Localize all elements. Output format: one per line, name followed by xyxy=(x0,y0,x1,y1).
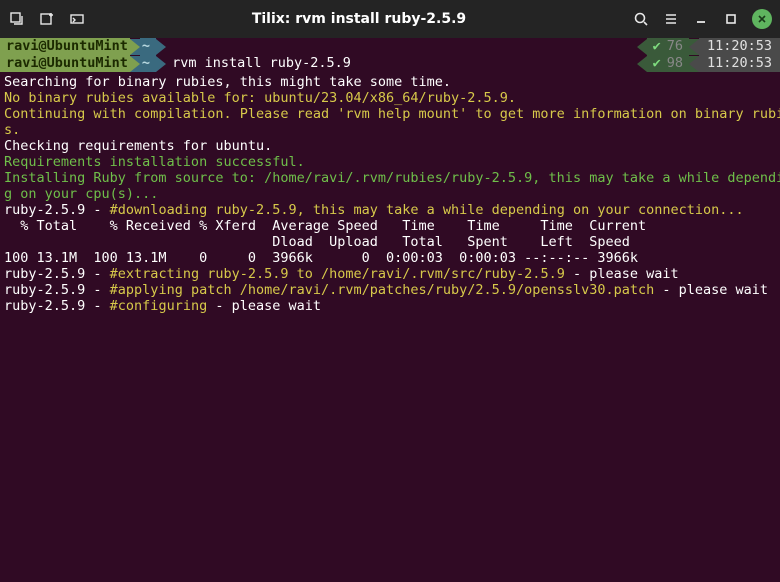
time-segment: 11:20:53 xyxy=(699,38,780,55)
term-line: - please wait xyxy=(207,298,321,314)
checkmark-icon: ✔ xyxy=(653,38,661,55)
term-line: % Total % Received % Xferd Average Speed… xyxy=(4,218,646,234)
term-line: Searching for binary rubies, this might … xyxy=(4,74,451,90)
titlebar-right-controls xyxy=(632,9,772,29)
prompt-user-host: ravi@UbuntuMint xyxy=(0,55,130,72)
term-line: - please wait xyxy=(565,266,679,282)
term-line: 100 13.1M 100 13.1M 0 0 3966k 0 0:00:03 … xyxy=(4,250,638,266)
prompt-command: rvm install ruby-2.5.9 xyxy=(166,55,351,72)
titlebar-left-controls xyxy=(8,10,86,28)
term-line: #downloading ruby-2.5.9, this may take a… xyxy=(110,202,744,218)
powerline-separator-icon xyxy=(156,56,166,72)
add-terminal-icon[interactable] xyxy=(38,10,56,28)
term-line: Checking requirements for ubuntu. xyxy=(4,138,272,154)
term-line: ruby-2.5.9 - xyxy=(4,266,110,282)
prompt-row[interactable]: ravi@UbuntuMint ~ rvm install ruby-2.5.9… xyxy=(0,55,780,72)
prompt-row[interactable]: ravi@UbuntuMint ~ ✔ 76 11:20:53 xyxy=(0,38,780,55)
terminal-output[interactable]: Searching for binary rubies, this might … xyxy=(0,72,780,582)
window-title: Tilix: rvm install ruby-2.5.9 xyxy=(94,11,624,27)
session-prompt-area: ravi@UbuntuMint ~ ✔ 76 11:20:53 ravi@Ubu… xyxy=(0,38,780,72)
term-line: #configuring xyxy=(110,298,208,314)
maximize-button[interactable] xyxy=(722,10,740,28)
term-line: Requirements installation successful. xyxy=(4,154,305,170)
time-segment: 11:20:53 xyxy=(699,55,780,72)
term-line: #extracting ruby-2.5.9 to /home/ravi/.rv… xyxy=(110,266,565,282)
powerline-separator-icon xyxy=(130,56,140,72)
minimize-button[interactable] xyxy=(692,10,710,28)
term-line: ruby-2.5.9 - xyxy=(4,282,110,298)
term-line: - please wait xyxy=(654,282,768,298)
term-line: No binary rubies available for: ubuntu/2… xyxy=(4,90,516,106)
close-button[interactable] xyxy=(752,9,772,29)
status-segment: ✔ 76 xyxy=(647,38,689,55)
prompt-user-host: ravi@UbuntuMint xyxy=(0,38,130,55)
status-code: 98 xyxy=(667,55,683,72)
status-code: 76 xyxy=(667,38,683,55)
powerline-separator-icon xyxy=(689,39,699,55)
prompt-path: ~ xyxy=(140,38,156,55)
powerline-separator-icon xyxy=(637,56,647,72)
hamburger-menu-icon[interactable] xyxy=(662,10,680,28)
powerline-separator-icon xyxy=(637,39,647,55)
term-line: Dload Upload Total Spent Left Speed xyxy=(4,234,630,250)
term-line: Continuing with compilation. Please read… xyxy=(4,106,780,122)
term-line: g on your cpu(s)... xyxy=(4,186,158,202)
search-icon[interactable] xyxy=(632,10,650,28)
powerline-separator-icon xyxy=(130,39,140,55)
term-line: ruby-2.5.9 - xyxy=(4,202,110,218)
term-line: s. xyxy=(4,122,20,138)
term-line: Installing Ruby from source to: /home/ra… xyxy=(4,170,780,186)
term-line: ruby-2.5.9 - xyxy=(4,298,110,314)
powerline-separator-icon xyxy=(689,56,699,72)
checkmark-icon: ✔ xyxy=(653,55,661,72)
prompt-path: ~ xyxy=(140,55,156,72)
new-session-icon[interactable] xyxy=(8,10,26,28)
powerline-separator-icon xyxy=(156,39,166,55)
terminal-layout-icon[interactable] xyxy=(68,10,86,28)
term-line: #applying patch /home/ravi/.rvm/patches/… xyxy=(110,282,655,298)
titlebar: Tilix: rvm install ruby-2.5.9 xyxy=(0,0,780,38)
status-segment: ✔ 98 xyxy=(647,55,689,72)
